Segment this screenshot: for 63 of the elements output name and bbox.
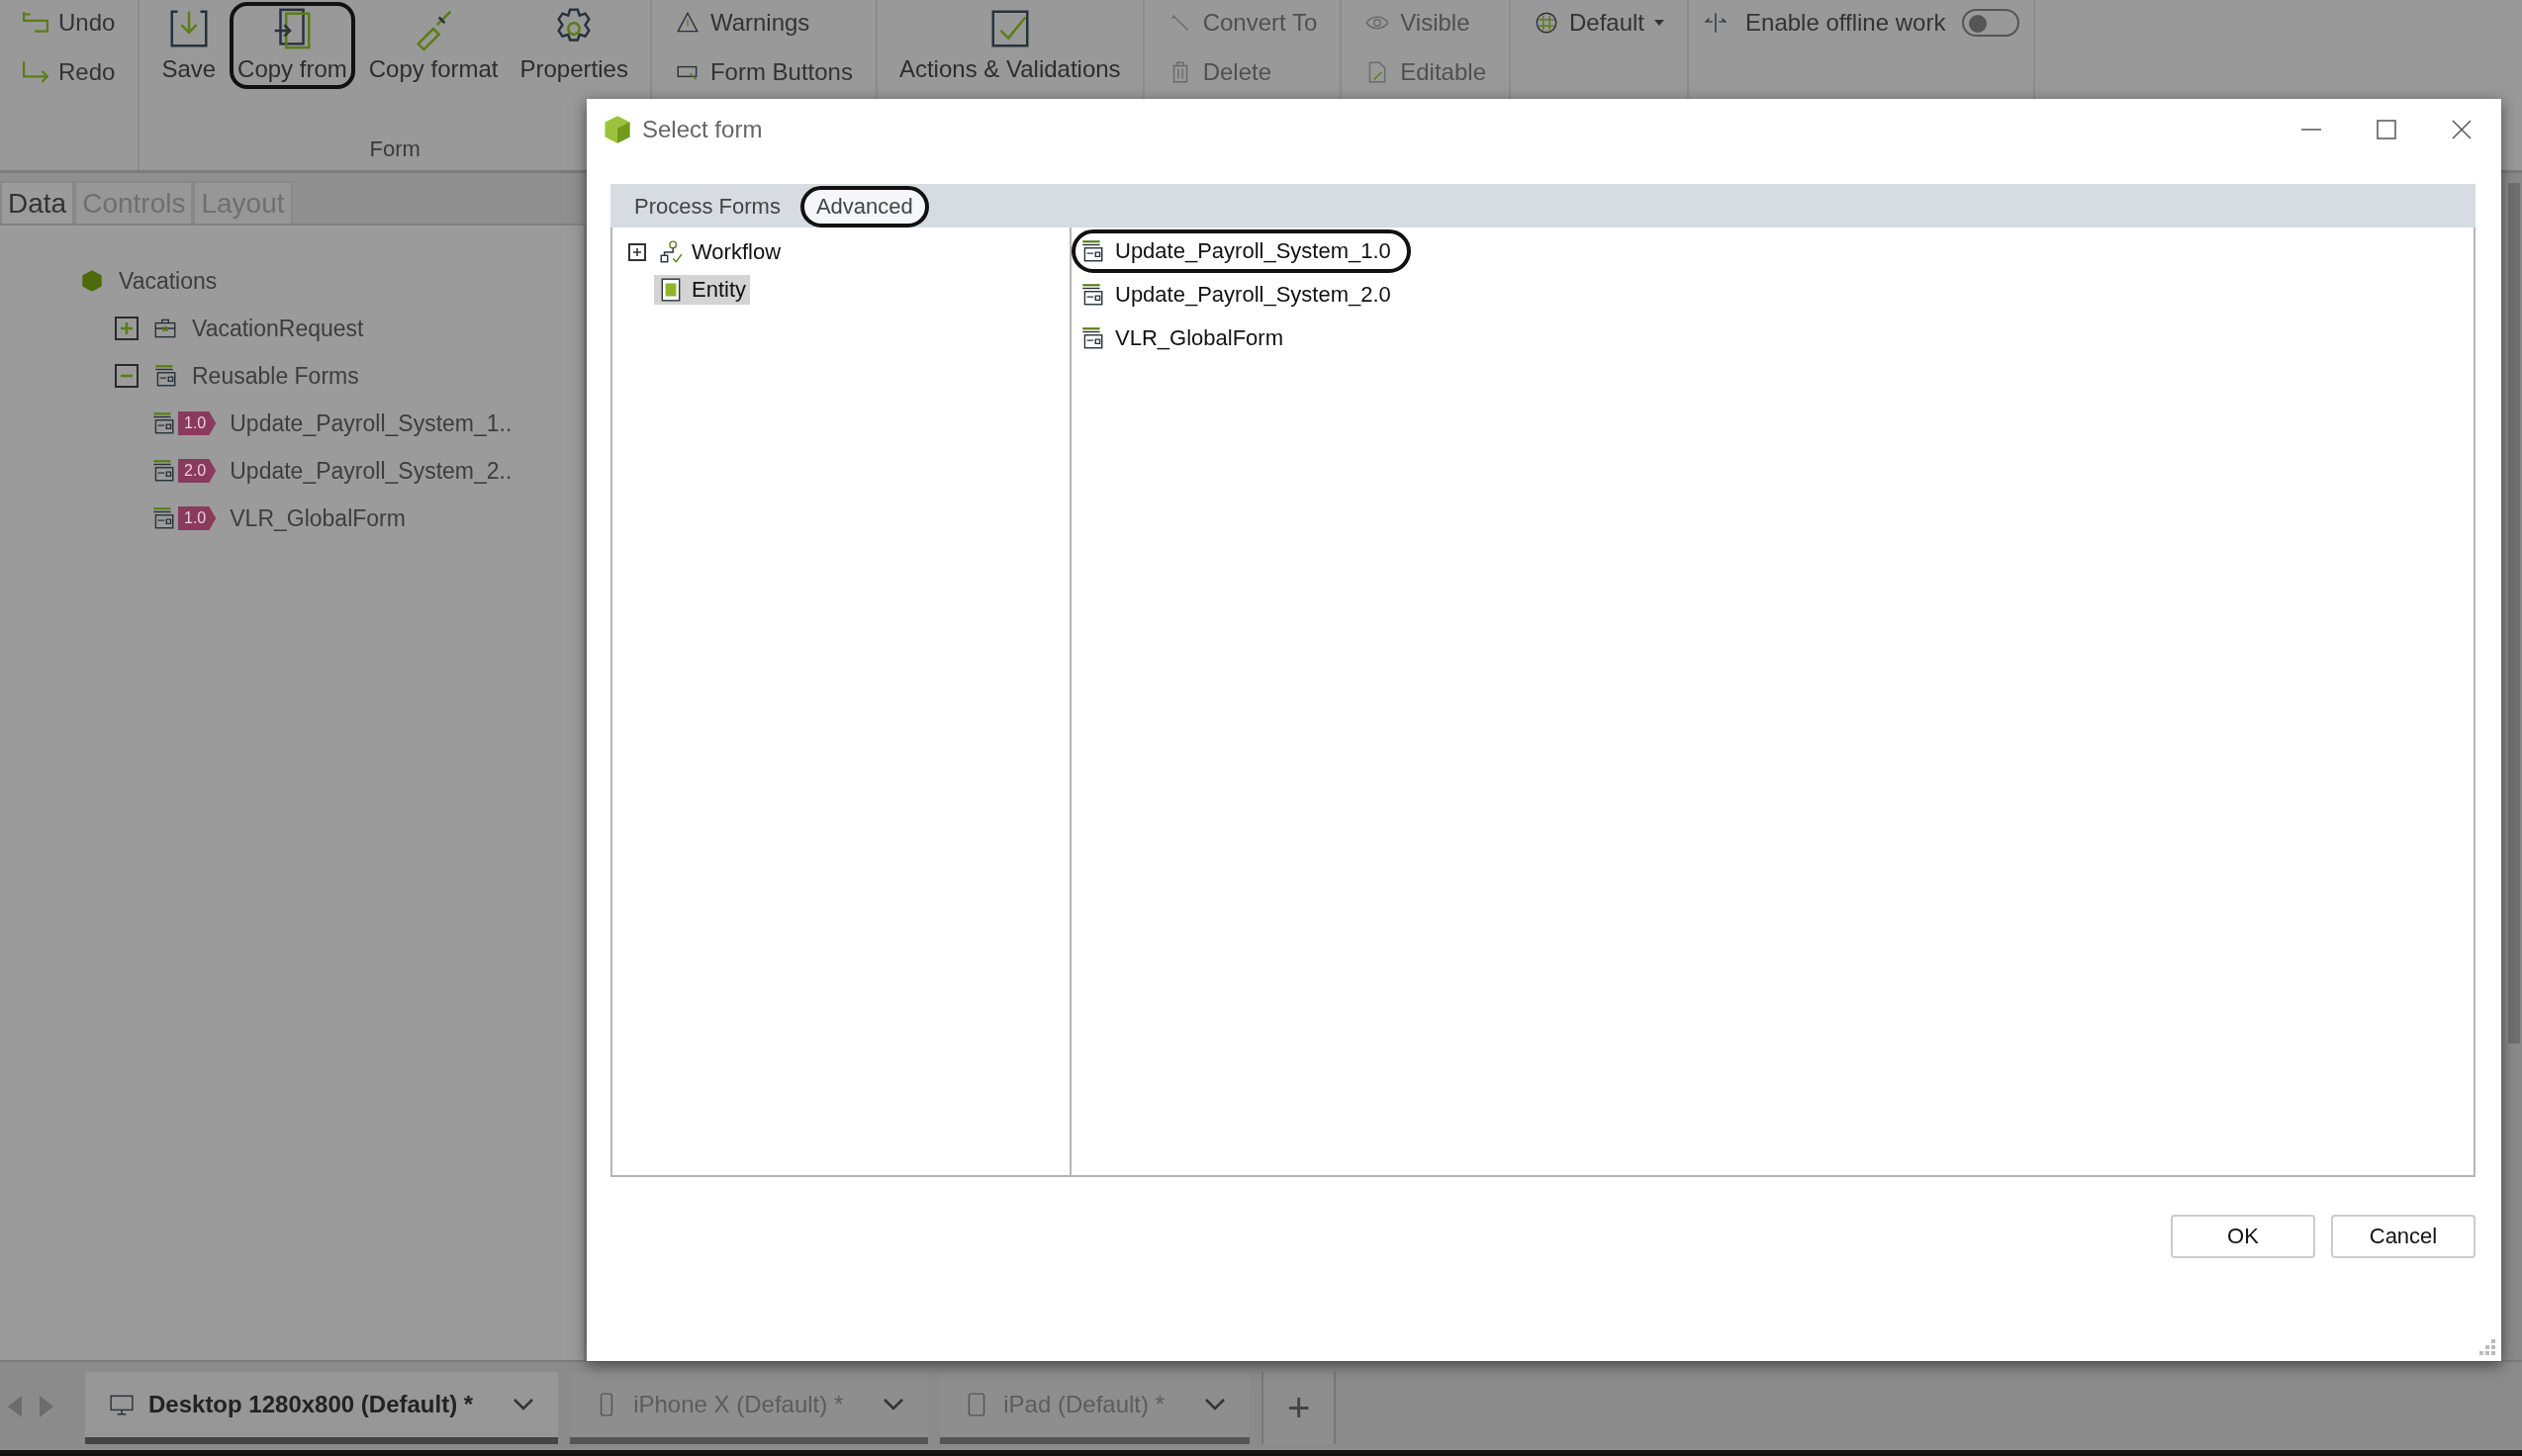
toolbar-button[interactable]: Form Buttons	[665, 51, 862, 93]
resize-grip-icon[interactable]	[2479, 1339, 2495, 1355]
form-icon	[150, 410, 176, 436]
tree-item[interactable]: Vacations	[119, 267, 218, 295]
close-icon[interactable]	[2450, 118, 2474, 141]
chevron-icon	[883, 1398, 905, 1411]
toolbar-button[interactable]: Undo	[14, 2, 125, 44]
panel-tab[interactable]: Data	[0, 181, 75, 224]
tree-item[interactable]: VLR_GlobalForm	[230, 504, 406, 532]
form-icon	[150, 505, 176, 531]
dialog-tab[interactable]: Advanced	[799, 186, 929, 228]
scrollbar[interactable]	[2508, 183, 2520, 1044]
toolbar-button[interactable]: Visible	[1355, 2, 1495, 44]
expand-icon[interactable]	[628, 243, 646, 261]
toolbar-button[interactable]: Copy format	[360, 2, 507, 89]
form-icon	[150, 458, 176, 484]
toolbar-button[interactable]: Editable	[1355, 51, 1495, 93]
dialog-tab[interactable]: Process Forms	[618, 186, 796, 228]
version-badge: 2.0	[178, 459, 217, 483]
tree-item[interactable]: Update_Payroll_System_1..	[230, 410, 513, 437]
form-icon	[152, 363, 178, 389]
toolbar-button[interactable]: Warnings	[665, 2, 862, 44]
device-tab[interactable]: Desktop 1280x800 (Default) *	[85, 1372, 559, 1444]
tree-item[interactable]: Reusable Forms	[192, 362, 359, 390]
toolbar-button[interactable]: Convert To	[1158, 2, 1327, 44]
version-badge: 1.0	[178, 506, 217, 530]
hexagon-icon	[79, 268, 105, 294]
expand-icon[interactable]	[115, 317, 139, 340]
maximize-icon[interactable]	[2375, 118, 2398, 141]
tree-node[interactable]: Workflow	[654, 237, 786, 267]
version-badge: 1.0	[178, 411, 217, 435]
form-icon	[1079, 325, 1105, 351]
toolbar-button[interactable]: Save	[153, 2, 225, 89]
form-list-item[interactable]: Update_Payroll_System_2.0	[1072, 273, 1411, 317]
add-tab-button[interactable]: +	[1261, 1372, 1337, 1444]
toolbar-button[interactable]: Properties	[512, 2, 636, 89]
dropdown-button[interactable]: Default	[1525, 2, 1674, 44]
dialog-title: Select form	[642, 116, 763, 143]
tree-item[interactable]: VacationRequest	[192, 315, 364, 342]
tree-node[interactable]: Entity	[654, 275, 751, 305]
collapse-icon[interactable]	[115, 364, 139, 388]
toggle-label: Enable offline work	[1744, 8, 1947, 38]
chevron-icon	[1204, 1398, 1226, 1411]
globe-icon	[1534, 10, 1559, 36]
form-list-item[interactable]: VLR_GlobalForm	[1072, 317, 1303, 360]
toolbar-button[interactable]: Redo	[14, 51, 125, 93]
dialog-button[interactable]: Cancel	[2331, 1215, 2475, 1258]
toggle-switch[interactable]	[1962, 9, 2020, 37]
tree-item[interactable]: Update_Payroll_System_2..	[230, 457, 513, 485]
undo-icon	[23, 10, 48, 36]
group-caption: Form	[369, 136, 420, 163]
form-list-item[interactable]: Update_Payroll_System_1.0	[1072, 229, 1411, 273]
caret-icon	[1654, 20, 1665, 26]
redo-icon	[23, 59, 48, 85]
toolbar-button[interactable]: Actions & Validations	[890, 2, 1129, 89]
toolbar-button[interactable]: Copy from	[230, 2, 355, 89]
form-icon	[1079, 282, 1105, 308]
workflow-icon	[658, 239, 684, 265]
dialog-button[interactable]: OK	[2171, 1215, 2315, 1258]
chevron-icon	[513, 1398, 535, 1411]
form-icon	[1079, 238, 1105, 264]
cube-icon	[603, 115, 632, 144]
toolbar-button[interactable]: Delete	[1158, 51, 1327, 93]
